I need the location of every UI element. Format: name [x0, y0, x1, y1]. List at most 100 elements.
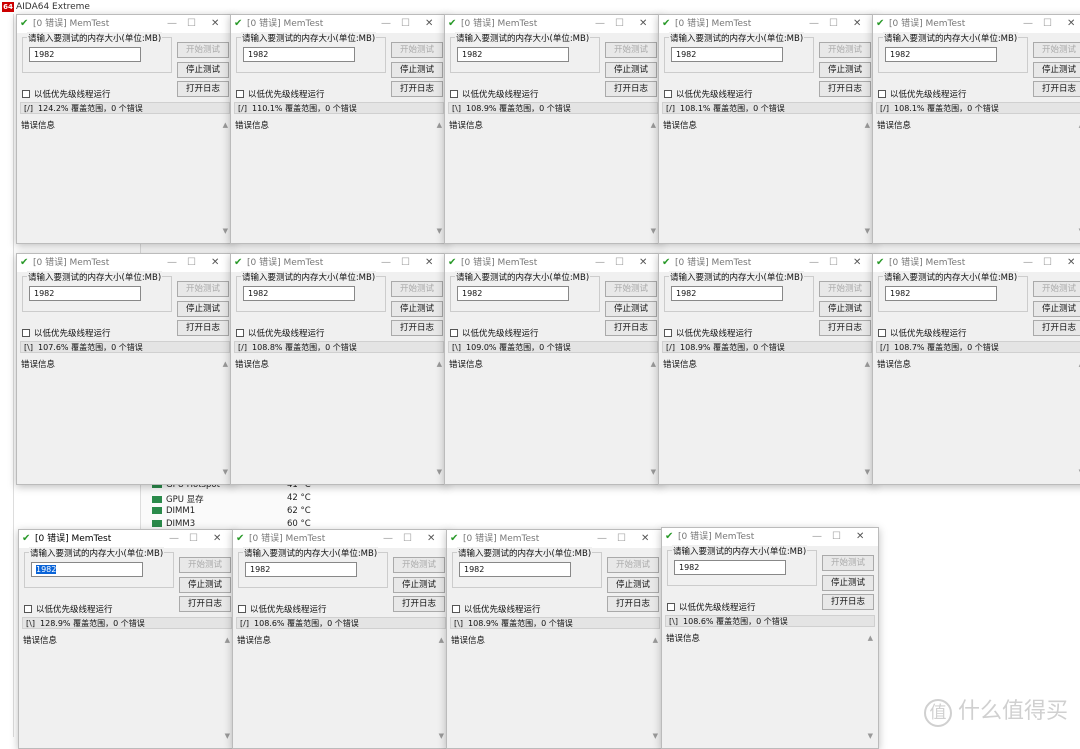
stop-test-button[interactable]: 停止测试: [1033, 301, 1080, 317]
checkbox-box[interactable]: [236, 90, 244, 98]
minimize-icon[interactable]: —: [809, 254, 819, 272]
start-test-button[interactable]: 开始测试: [393, 557, 445, 573]
stop-test-button[interactable]: 停止测试: [605, 301, 657, 317]
scroll-up-icon[interactable]: ▲: [439, 636, 444, 644]
low-priority-checkbox[interactable]: 以低优先级线程运行: [236, 327, 325, 339]
minimize-icon[interactable]: —: [1023, 254, 1033, 272]
memtest-window[interactable]: ✔ [0 错误] MemTest — ☐ ✕ 请输入要测试的内存大小(单位:MB…: [444, 14, 662, 244]
start-test-button[interactable]: 开始测试: [177, 281, 229, 297]
open-log-button[interactable]: 打开日志: [391, 81, 443, 97]
start-test-button[interactable]: 开始测试: [605, 42, 657, 58]
open-log-button[interactable]: 打开日志: [391, 320, 443, 336]
scroll-up-icon[interactable]: ▲: [651, 121, 656, 129]
memtest-window[interactable]: ✔ [0 错误] MemTest — ☐ ✕ 请输入要测试的内存大小(单位:MB…: [446, 529, 664, 749]
minimize-icon[interactable]: —: [167, 254, 177, 272]
close-icon[interactable]: ✕: [641, 530, 649, 548]
maximize-icon[interactable]: ☐: [401, 254, 410, 272]
scroll-up-icon[interactable]: ▲: [223, 360, 228, 368]
error-info-box[interactable]: 错误信息 ▲ ▼: [20, 117, 230, 239]
scroll-down-icon[interactable]: ▼: [437, 468, 442, 476]
error-info-box[interactable]: 错误信息 ▲ ▼: [876, 117, 1080, 239]
minimize-icon[interactable]: —: [167, 15, 177, 33]
title-bar[interactable]: ✔ [0 错误] MemTest — ☐ ✕: [231, 254, 447, 272]
close-icon[interactable]: ✕: [853, 254, 861, 272]
sensor-row[interactable]: DIMM1 62 °C: [152, 506, 312, 516]
title-bar[interactable]: ✔ [0 错误] MemTest — ☐ ✕: [17, 254, 233, 272]
error-info-box[interactable]: 错误信息 ▲ ▼: [448, 356, 658, 480]
open-log-button[interactable]: 打开日志: [177, 81, 229, 97]
scroll-up-icon[interactable]: ▲: [225, 636, 230, 644]
scroll-up-icon[interactable]: ▲: [868, 634, 873, 642]
minimize-icon[interactable]: —: [595, 254, 605, 272]
start-test-button[interactable]: 开始测试: [822, 555, 874, 571]
minimize-icon[interactable]: —: [169, 530, 179, 548]
maximize-icon[interactable]: ☐: [615, 15, 624, 33]
maximize-icon[interactable]: ☐: [403, 530, 412, 548]
start-test-button[interactable]: 开始测试: [1033, 42, 1080, 58]
checkbox-box[interactable]: [664, 90, 672, 98]
stop-test-button[interactable]: 停止测试: [393, 577, 445, 593]
error-info-box[interactable]: 错误信息 ▲ ▼: [20, 356, 230, 480]
start-test-button[interactable]: 开始测试: [179, 557, 231, 573]
error-info-box[interactable]: 错误信息 ▲ ▼: [662, 117, 872, 239]
scroll-down-icon[interactable]: ▼: [651, 227, 656, 235]
title-bar[interactable]: ✔ [0 错误] MemTest — ☐ ✕: [662, 528, 878, 546]
title-bar[interactable]: ✔ [0 错误] MemTest — ☐ ✕: [659, 15, 875, 33]
close-icon[interactable]: ✕: [1067, 254, 1075, 272]
size-input[interactable]: 1982: [31, 562, 143, 577]
low-priority-checkbox[interactable]: 以低优先级线程运行: [667, 601, 756, 613]
open-log-button[interactable]: 打开日志: [1033, 81, 1080, 97]
maximize-icon[interactable]: ☐: [615, 254, 624, 272]
checkbox-box[interactable]: [24, 605, 32, 613]
title-bar[interactable]: ✔ [0 错误] MemTest — ☐ ✕: [19, 530, 235, 548]
scroll-down-icon[interactable]: ▼: [223, 468, 228, 476]
close-icon[interactable]: ✕: [425, 254, 433, 272]
open-log-button[interactable]: 打开日志: [177, 320, 229, 336]
low-priority-checkbox[interactable]: 以低优先级线程运行: [22, 327, 111, 339]
low-priority-checkbox[interactable]: 以低优先级线程运行: [878, 88, 967, 100]
minimize-icon[interactable]: —: [383, 530, 393, 548]
title-bar[interactable]: ✔ [0 错误] MemTest — ☐ ✕: [873, 15, 1080, 33]
minimize-icon[interactable]: —: [595, 15, 605, 33]
maximize-icon[interactable]: ☐: [617, 530, 626, 548]
open-log-button[interactable]: 打开日志: [822, 594, 874, 610]
size-input[interactable]: 1982: [29, 286, 141, 301]
error-info-box[interactable]: 错误信息 ▲ ▼: [234, 356, 444, 480]
minimize-icon[interactable]: —: [381, 254, 391, 272]
size-input[interactable]: 1982: [243, 286, 355, 301]
error-info-box[interactable]: 错误信息 ▲ ▼: [234, 117, 444, 239]
open-log-button[interactable]: 打开日志: [1033, 320, 1080, 336]
stop-test-button[interactable]: 停止测试: [607, 577, 659, 593]
scroll-down-icon[interactable]: ▼: [439, 732, 444, 740]
scroll-up-icon[interactable]: ▲: [653, 636, 658, 644]
sensor-row[interactable]: GPU 显存 42 °C: [152, 493, 312, 505]
checkbox-box[interactable]: [450, 329, 458, 337]
stop-test-button[interactable]: 停止测试: [177, 301, 229, 317]
low-priority-checkbox[interactable]: 以低优先级线程运行: [664, 327, 753, 339]
close-icon[interactable]: ✕: [856, 528, 864, 546]
maximize-icon[interactable]: ☐: [187, 15, 196, 33]
start-test-button[interactable]: 开始测试: [1033, 281, 1080, 297]
scroll-up-icon[interactable]: ▲: [865, 121, 870, 129]
maximize-icon[interactable]: ☐: [401, 15, 410, 33]
low-priority-checkbox[interactable]: 以低优先级线程运行: [452, 603, 541, 615]
scroll-down-icon[interactable]: ▼: [651, 468, 656, 476]
open-log-button[interactable]: 打开日志: [607, 596, 659, 612]
close-icon[interactable]: ✕: [425, 15, 433, 33]
close-icon[interactable]: ✕: [639, 15, 647, 33]
title-bar[interactable]: ✔ [0 错误] MemTest — ☐ ✕: [233, 530, 449, 548]
scroll-up-icon[interactable]: ▲: [223, 121, 228, 129]
checkbox-box[interactable]: [450, 90, 458, 98]
size-input[interactable]: 1982: [671, 286, 783, 301]
title-bar[interactable]: ✔ [0 错误] MemTest — ☐ ✕: [445, 15, 661, 33]
scroll-up-icon[interactable]: ▲: [865, 360, 870, 368]
title-bar[interactable]: ✔ [0 错误] MemTest — ☐ ✕: [659, 254, 875, 272]
low-priority-checkbox[interactable]: 以低优先级线程运行: [450, 88, 539, 100]
open-log-button[interactable]: 打开日志: [819, 81, 871, 97]
stop-test-button[interactable]: 停止测试: [605, 62, 657, 78]
close-icon[interactable]: ✕: [211, 15, 219, 33]
scroll-up-icon[interactable]: ▲: [437, 360, 442, 368]
close-icon[interactable]: ✕: [213, 530, 221, 548]
start-test-button[interactable]: 开始测试: [605, 281, 657, 297]
memtest-window[interactable]: ✔ [0 错误] MemTest — ☐ ✕ 请输入要测试的内存大小(单位:MB…: [16, 253, 234, 485]
